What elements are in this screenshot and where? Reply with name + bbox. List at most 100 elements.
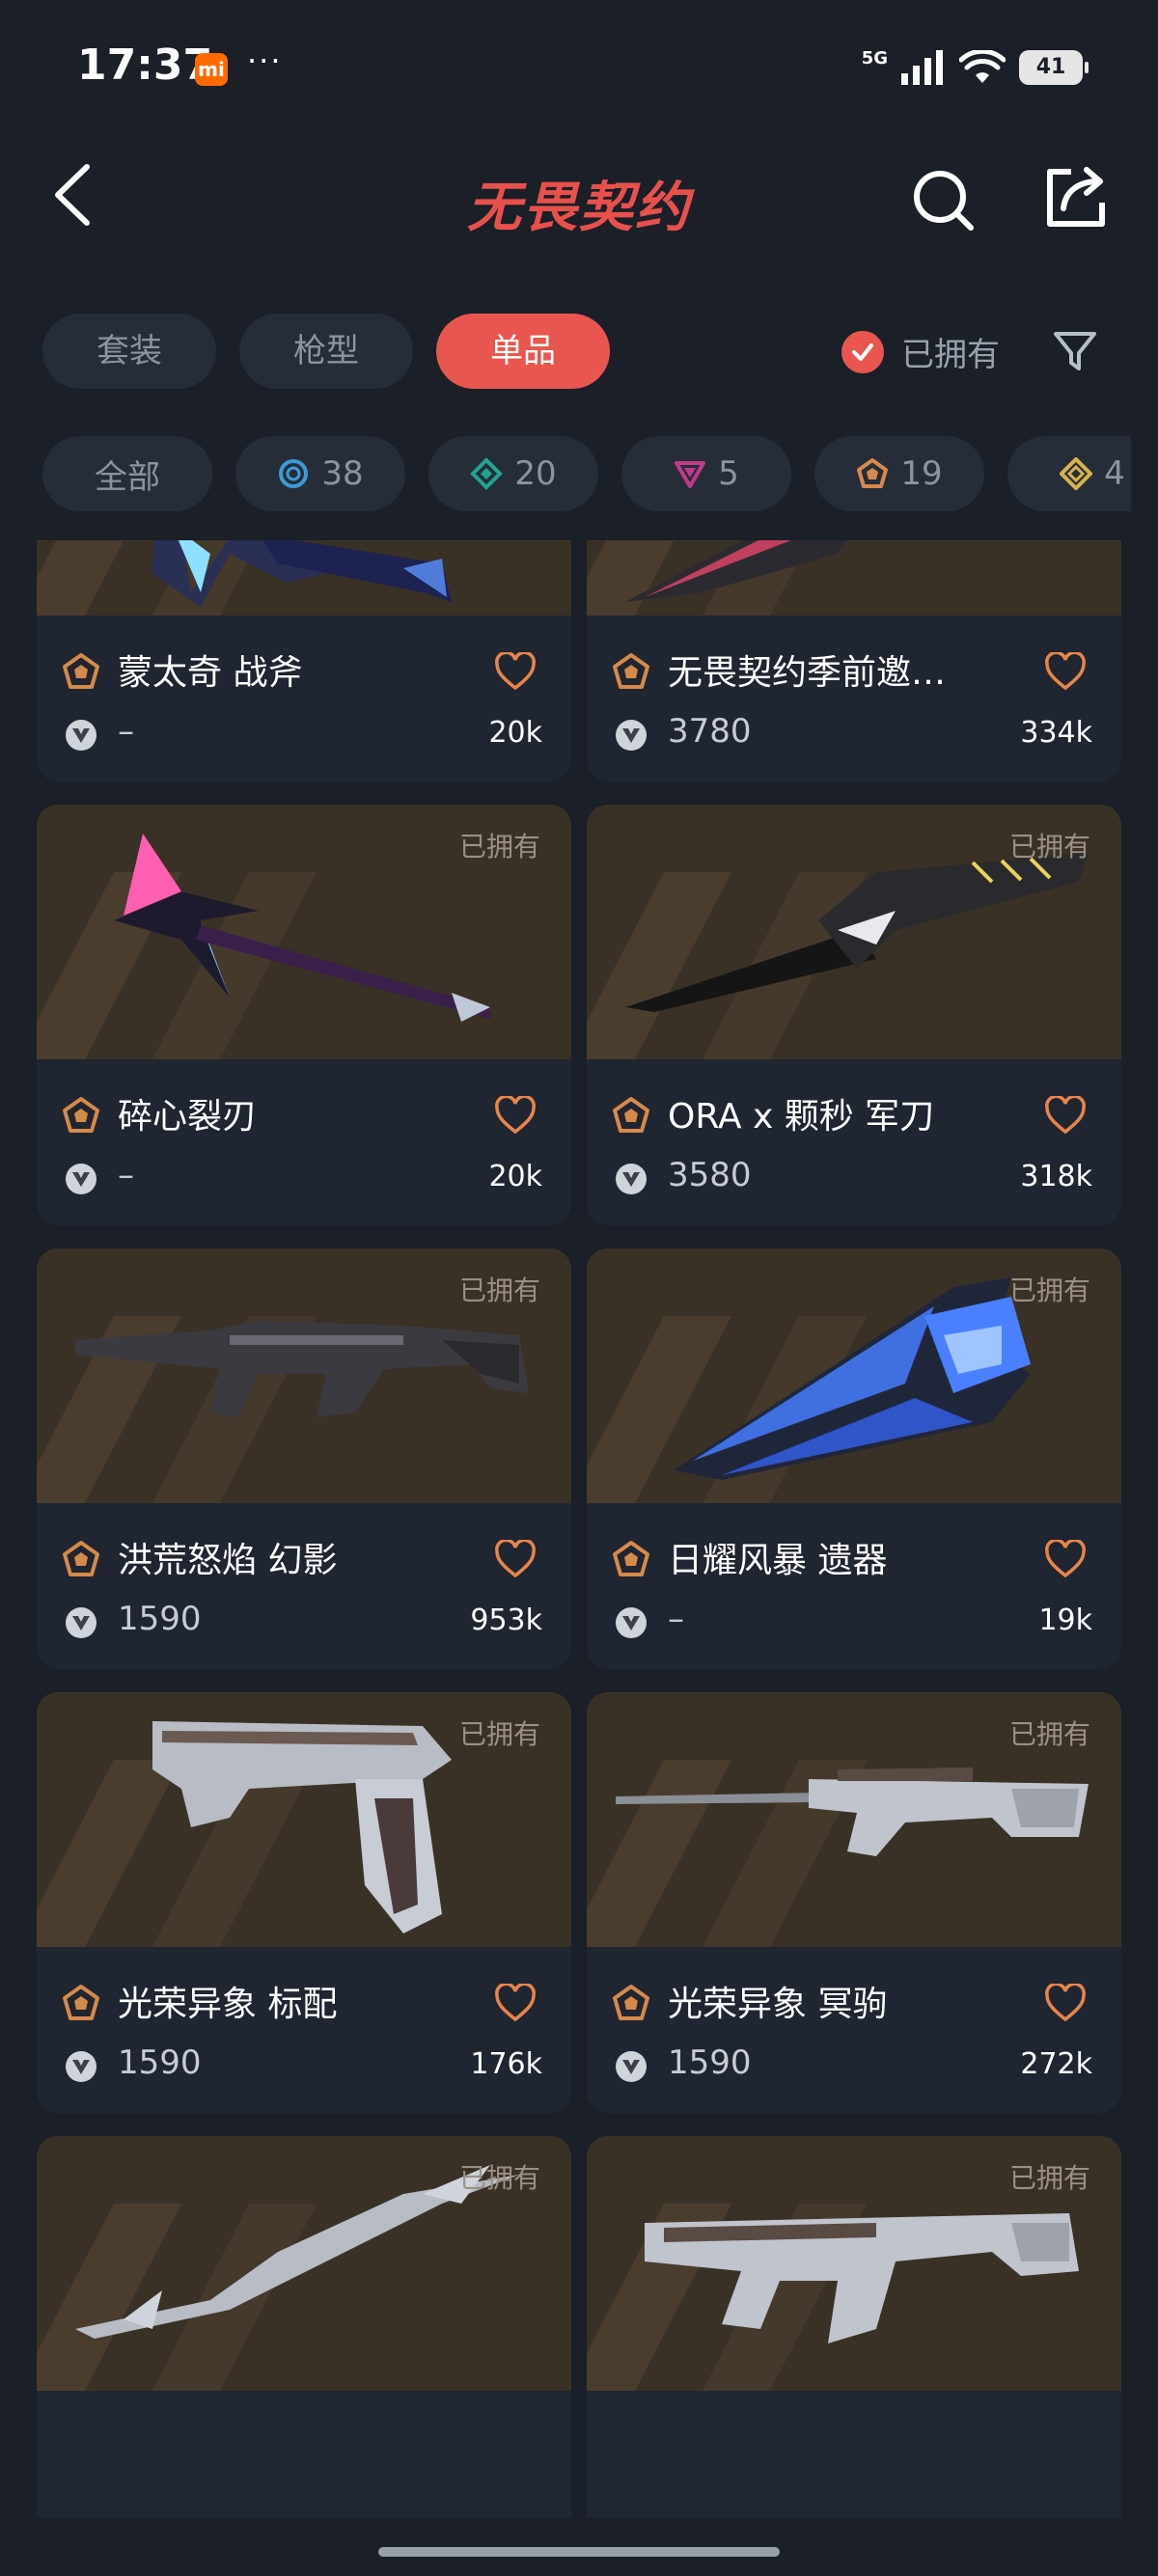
- item-likes: 20k: [488, 1160, 542, 1193]
- chip-label: 全部: [95, 457, 160, 497]
- item-info: 日耀风暴 遗器 – 19k: [587, 1503, 1121, 1669]
- funnel-icon: [1054, 332, 1096, 370]
- item-card[interactable]: 已拥有: [37, 2136, 571, 2518]
- more-notifications-icon: ···: [247, 42, 283, 79]
- search-icon: [914, 171, 974, 231]
- item-grid: 蒙太奇 战斧 – 20k 无畏契约季前邀… 3780 334k 已拥有 碎心裂刃…: [37, 540, 1121, 2518]
- item-image: 已拥有: [587, 1248, 1121, 1503]
- item-card[interactable]: 已拥有 光荣异象 标配 1590 176k: [37, 1692, 571, 2113]
- app-header: 无畏契约: [0, 145, 1158, 251]
- premium-tier-icon: [675, 461, 706, 488]
- ultra-tier-icon: [1060, 457, 1093, 490]
- item-price: –: [118, 1156, 134, 1194]
- item-likes: 318k: [1020, 1160, 1092, 1193]
- item-price: 1590: [118, 1600, 202, 1638]
- heart-icon[interactable]: [494, 652, 537, 691]
- owned-tag: 已拥有: [458, 1718, 540, 1750]
- chip-count: 20: [514, 454, 557, 493]
- item-name: 日耀风暴 遗器: [668, 1541, 888, 1580]
- item-card[interactable]: 已拥有 洪荒怒焰 幻影 1590 953k: [37, 1248, 571, 1669]
- chip-premium-tier[interactable]: 5: [621, 436, 791, 511]
- chip-ultra-tier[interactable]: 4: [1007, 436, 1131, 511]
- item-card[interactable]: 蒙太奇 战斧 – 20k: [37, 540, 571, 781]
- owned-tag: 已拥有: [1008, 1274, 1090, 1306]
- page-title: 无畏契约: [467, 177, 691, 239]
- item-name: 碎心裂刃: [118, 1097, 258, 1137]
- status-bar: 17:37 mi ··· 5G 41: [0, 0, 1158, 135]
- tab-bundles[interactable]: 套装: [42, 314, 216, 389]
- item-card[interactable]: 无畏契约季前邀… 3780 334k: [587, 540, 1121, 781]
- back-button[interactable]: [39, 156, 106, 233]
- item-image: 已拥有: [37, 1692, 571, 1947]
- heart-icon[interactable]: [494, 1540, 537, 1578]
- chip-count: 19: [900, 454, 943, 493]
- item-card[interactable]: 已拥有 光荣异象 冥驹 1590 272k: [587, 1692, 1121, 2113]
- item-card[interactable]: 已拥有 ORA x 颗秒 军刀 3580 318k: [587, 805, 1121, 1225]
- chip-deluxe-tier[interactable]: 20: [428, 436, 598, 511]
- exclusive-tier-icon: [63, 1097, 99, 1133]
- network-type: 5G: [861, 47, 888, 69]
- valorant-points-icon: [616, 720, 647, 751]
- item-card[interactable]: 已拥有 日耀风暴 遗器 – 19k: [587, 1248, 1121, 1669]
- item-info: 无畏契约季前邀… 3780 334k: [587, 616, 1121, 781]
- share-button[interactable]: [1042, 164, 1110, 232]
- mi-app-icon: mi: [195, 53, 228, 86]
- item-name: 蒙太奇 战斧: [118, 653, 303, 693]
- item-price: –: [668, 1600, 684, 1638]
- owned-tag: 已拥有: [1008, 1718, 1090, 1750]
- tab-single-items[interactable]: 单品: [436, 314, 610, 389]
- heart-icon[interactable]: [1044, 652, 1087, 691]
- item-price: 1590: [118, 2043, 202, 2082]
- item-likes: 334k: [1020, 716, 1092, 750]
- heart-icon[interactable]: [494, 1096, 537, 1135]
- item-card[interactable]: 已拥有: [587, 2136, 1121, 2518]
- exclusive-tier-icon: [613, 1541, 649, 1576]
- wifi-icon: [959, 50, 1006, 83]
- owned-filter-toggle[interactable]: 已拥有: [841, 328, 1000, 375]
- item-price: 1590: [668, 2043, 752, 2082]
- search-button[interactable]: [909, 166, 977, 233]
- category-tabs: 套装 枪型 单品: [42, 314, 610, 389]
- axe-weapon-image: [152, 540, 452, 607]
- item-info: 蒙太奇 战斧 – 20k: [37, 616, 571, 781]
- exclusive-tier-icon: [63, 1985, 99, 2020]
- item-name: 光荣异象 标配: [118, 1985, 338, 2024]
- item-likes: 176k: [470, 2047, 542, 2081]
- owned-tag: 已拥有: [458, 1274, 540, 1306]
- item-info: 洪荒怒焰 幻影 1590 953k: [37, 1503, 571, 1669]
- exclusive-tier-icon: [613, 1097, 649, 1133]
- select-tier-icon: [279, 459, 309, 488]
- check-circle-icon: [841, 330, 884, 373]
- item-info: 碎心裂刃 – 20k: [37, 1059, 571, 1225]
- battery-indicator: 41: [1019, 50, 1089, 85]
- item-name: 洪荒怒焰 幻影: [118, 1541, 338, 1580]
- chip-all[interactable]: 全部: [42, 436, 212, 511]
- item-image: [37, 540, 571, 616]
- chip-exclusive-tier[interactable]: 19: [814, 436, 984, 511]
- exclusive-tier-icon: [63, 1541, 99, 1576]
- item-name: 光荣异象 冥驹: [668, 1985, 888, 2024]
- owned-tag: 已拥有: [1008, 2162, 1090, 2194]
- owned-tag: 已拥有: [458, 2162, 540, 2194]
- heart-icon[interactable]: [1044, 1096, 1087, 1135]
- owned-filter-label: 已拥有: [901, 336, 1000, 374]
- valorant-points-icon: [66, 2051, 96, 2082]
- heart-icon[interactable]: [1044, 1540, 1087, 1578]
- exclusive-tier-icon: [613, 653, 649, 689]
- deluxe-tier-icon: [470, 457, 504, 490]
- item-info: 光荣异象 标配 1590 176k: [37, 1947, 571, 2113]
- item-image: 已拥有: [37, 2136, 571, 2391]
- home-indicator[interactable]: [378, 2547, 780, 2557]
- chevron-left-icon: [55, 164, 90, 226]
- heart-icon[interactable]: [1044, 1984, 1087, 2022]
- item-likes: 272k: [1020, 2047, 1092, 2081]
- signal-icon: [901, 50, 943, 85]
- item-card[interactable]: 已拥有 碎心裂刃 – 20k: [37, 805, 571, 1225]
- item-name: 无畏契约季前邀…: [668, 653, 947, 693]
- heart-icon[interactable]: [494, 1984, 537, 2022]
- item-price: –: [118, 712, 134, 751]
- tab-weapon-types[interactable]: 枪型: [239, 314, 413, 389]
- filter-button[interactable]: [1052, 328, 1098, 374]
- chip-select-tier[interactable]: 38: [235, 436, 405, 511]
- item-image: 已拥有: [37, 1248, 571, 1503]
